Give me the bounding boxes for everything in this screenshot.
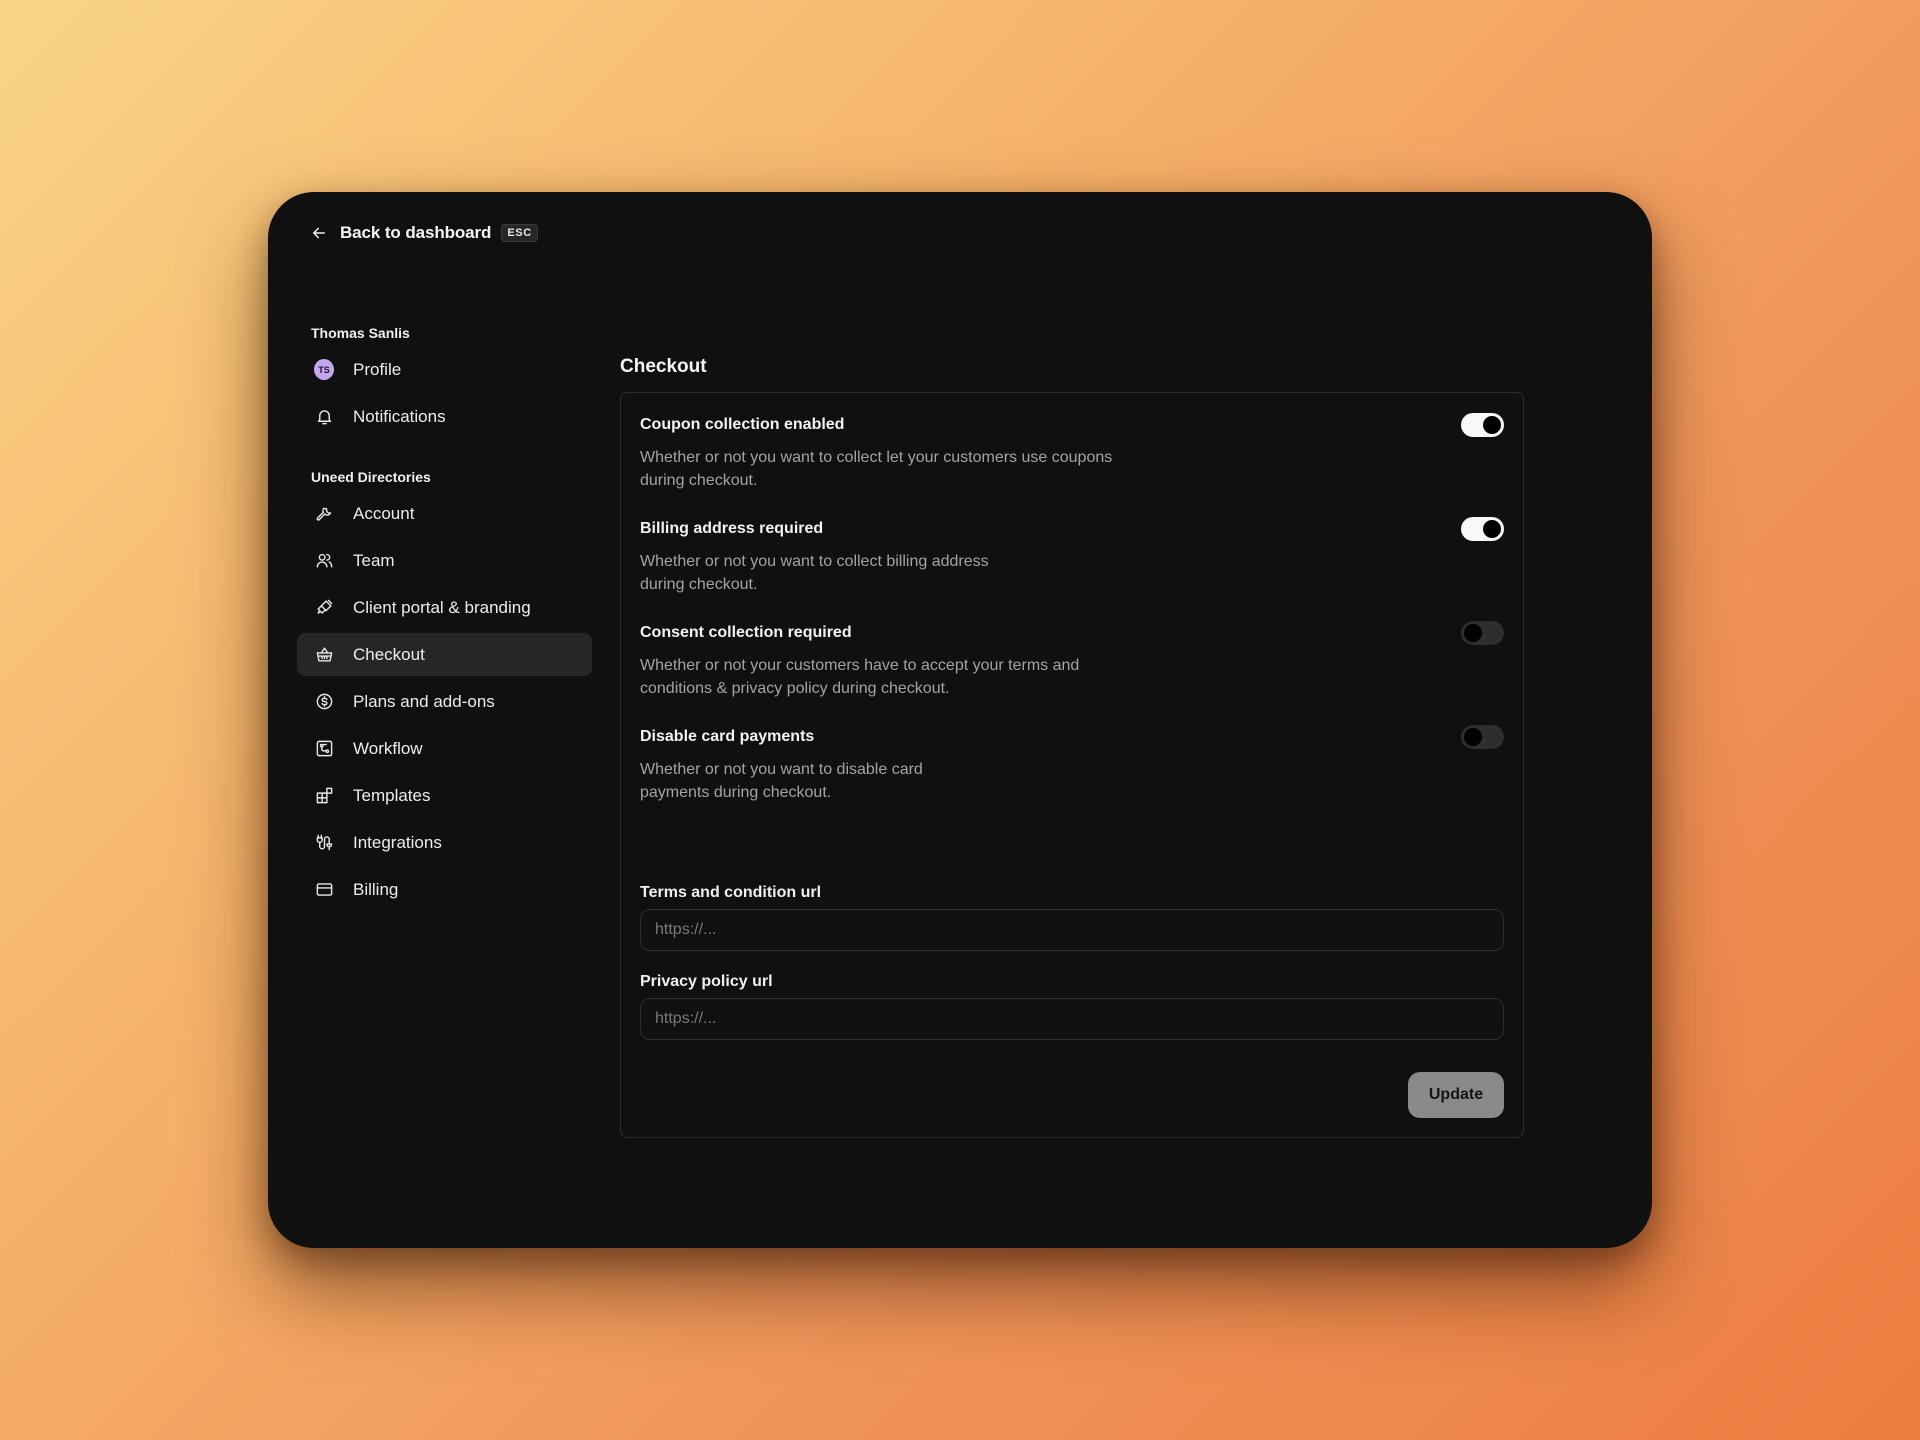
avatar: TS — [314, 359, 334, 380]
setting-description: Whether or not you want to collect billi… — [640, 553, 989, 593]
users-icon — [314, 551, 334, 571]
sidebar-item-workflow[interactable]: Workflow — [297, 727, 592, 770]
back-to-dashboard-link[interactable]: Back to dashboard ESC — [310, 218, 538, 248]
checkout-settings-card: Coupon collection enabled Whether or not… — [620, 392, 1524, 1138]
checkout-settings-panel: Checkout Coupon collection enabled Wheth… — [620, 348, 1524, 1138]
org-group-title: Uneed Directories — [311, 469, 431, 485]
privacy-url-label: Privacy policy url — [640, 973, 773, 990]
sidebar-item-label: Profile — [353, 359, 402, 379]
templates-icon — [314, 786, 334, 806]
page-title: Checkout — [620, 356, 707, 377]
disable-card-payments-toggle[interactable] — [1461, 725, 1504, 749]
setting-title: Coupon collection enabled — [640, 416, 845, 433]
update-button[interactable]: Update — [1408, 1072, 1504, 1118]
toggle-knob — [1464, 728, 1482, 746]
sidebar-item-team[interactable]: Team — [297, 539, 592, 582]
sidebar-item-profile[interactable]: TS Profile — [297, 348, 592, 391]
arrow-left-icon — [310, 224, 328, 242]
setting-consent-collection: Consent collection required Whether or n… — [640, 621, 1504, 725]
sidebar-item-label: Workflow — [353, 738, 423, 758]
sidebar-item-label: Team — [353, 550, 395, 570]
toggle-knob — [1464, 624, 1482, 642]
sidebar-item-plans-addons[interactable]: Plans and add-ons — [297, 680, 592, 723]
sidebar-item-label: Notifications — [353, 406, 446, 426]
terms-url-input[interactable] — [640, 909, 1504, 951]
setting-description: Whether or not you want to collect let y… — [640, 449, 1113, 489]
sidebar-item-checkout[interactable]: Checkout — [297, 633, 592, 676]
consent-collection-toggle[interactable] — [1461, 621, 1504, 645]
plug-icon — [314, 833, 334, 853]
workflow-icon — [314, 739, 334, 759]
setting-title: Consent collection required — [640, 624, 852, 641]
sidebar-item-label: Checkout — [353, 644, 425, 664]
sidebar-item-templates[interactable]: Templates — [297, 774, 592, 817]
setting-disable-card-payments: Disable card payments Whether or not you… — [640, 725, 1504, 829]
wrench-icon — [314, 504, 334, 524]
setting-description: Whether or not your customers have to ac… — [640, 657, 1080, 697]
setting-coupon-collection: Coupon collection enabled Whether or not… — [640, 413, 1504, 517]
sidebar-item-billing[interactable]: Billing — [297, 868, 592, 911]
bell-icon — [314, 407, 334, 427]
terms-url-label: Terms and condition url — [640, 884, 822, 901]
billing-address-toggle[interactable] — [1461, 517, 1504, 541]
sidebar-item-notifications[interactable]: Notifications — [297, 395, 592, 438]
user-group-title: Thomas Sanlis — [311, 325, 410, 341]
back-label: Back to dashboard — [340, 223, 492, 242]
sidebar-item-client-portal-branding[interactable]: Client portal & branding — [297, 586, 592, 629]
credit-card-icon — [314, 880, 334, 900]
sidebar-item-integrations[interactable]: Integrations — [297, 821, 592, 864]
esc-shortcut-badge: ESC — [501, 224, 538, 242]
settings-window: Back to dashboard ESC Thomas Sanlis TS P… — [268, 192, 1652, 1248]
toggle-knob — [1483, 520, 1501, 538]
sidebar-item-account[interactable]: Account — [297, 492, 592, 535]
sidebar-item-label: Integrations — [353, 832, 442, 852]
setting-title: Disable card payments — [640, 728, 815, 745]
dollar-badge-icon — [314, 692, 334, 712]
sidebar-item-label: Billing — [353, 879, 399, 899]
sidebar-item-label: Account — [353, 503, 415, 523]
sidebar-item-label: Client portal & branding — [353, 597, 531, 617]
sidebar-item-label: Plans and add-ons — [353, 691, 495, 711]
basket-icon — [314, 645, 334, 665]
toggle-knob — [1483, 416, 1501, 434]
setting-billing-address: Billing address required Whether or not … — [640, 517, 1504, 621]
setting-title: Billing address required — [640, 520, 824, 537]
setting-description: Whether or not you want to disable card … — [640, 761, 923, 801]
privacy-url-input[interactable] — [640, 998, 1504, 1040]
settings-sidebar: Thomas Sanlis TS Profile Notifications U… — [297, 322, 592, 911]
coupon-collection-toggle[interactable] — [1461, 413, 1504, 437]
sidebar-item-label: Templates — [353, 785, 431, 805]
brush-icon — [314, 598, 334, 618]
